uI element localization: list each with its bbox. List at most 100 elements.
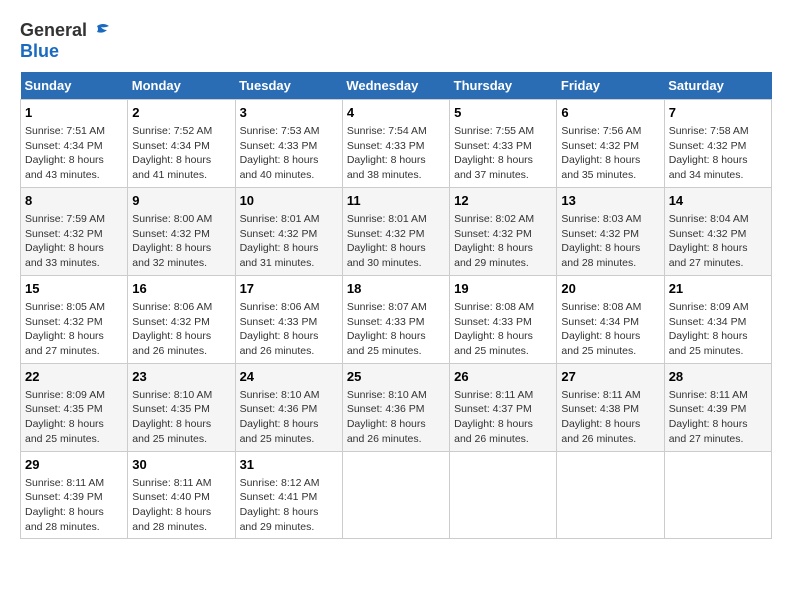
- cell-daylight: Daylight: 8 hours and 27 minutes.: [25, 329, 123, 358]
- cell-sunset: Sunset: 4:32 PM: [25, 227, 123, 242]
- day-number: 17: [240, 280, 338, 298]
- cell-sunrise: Sunrise: 7:55 AM: [454, 124, 552, 139]
- weekday-header: Friday: [557, 72, 664, 100]
- cell-sunrise: Sunrise: 7:52 AM: [132, 124, 230, 139]
- cell-sunset: Sunset: 4:32 PM: [669, 227, 767, 242]
- day-number: 18: [347, 280, 445, 298]
- calendar-cell: 14 Sunrise: 8:04 AM Sunset: 4:32 PM Dayl…: [664, 187, 771, 275]
- day-number: 31: [240, 456, 338, 474]
- cell-sunrise: Sunrise: 7:53 AM: [240, 124, 338, 139]
- cell-sunset: Sunset: 4:33 PM: [454, 315, 552, 330]
- day-number: 19: [454, 280, 552, 298]
- cell-daylight: Daylight: 8 hours and 29 minutes.: [454, 241, 552, 270]
- calendar-cell: 17 Sunrise: 8:06 AM Sunset: 4:33 PM Dayl…: [235, 275, 342, 363]
- calendar-cell: [342, 451, 449, 539]
- calendar-cell: 11 Sunrise: 8:01 AM Sunset: 4:32 PM Dayl…: [342, 187, 449, 275]
- calendar-cell: 15 Sunrise: 8:05 AM Sunset: 4:32 PM Dayl…: [21, 275, 128, 363]
- weekday-header-row: SundayMondayTuesdayWednesdayThursdayFrid…: [21, 72, 772, 100]
- cell-sunset: Sunset: 4:34 PM: [561, 315, 659, 330]
- cell-daylight: Daylight: 8 hours and 31 minutes.: [240, 241, 338, 270]
- cell-daylight: Daylight: 8 hours and 27 minutes.: [669, 241, 767, 270]
- calendar-cell: 3 Sunrise: 7:53 AM Sunset: 4:33 PM Dayli…: [235, 99, 342, 187]
- day-number: 4: [347, 104, 445, 122]
- cell-daylight: Daylight: 8 hours and 29 minutes.: [240, 505, 338, 534]
- calendar-week-row: 15 Sunrise: 8:05 AM Sunset: 4:32 PM Dayl…: [21, 275, 772, 363]
- cell-daylight: Daylight: 8 hours and 26 minutes.: [454, 417, 552, 446]
- cell-sunset: Sunset: 4:34 PM: [669, 315, 767, 330]
- calendar-cell: 24 Sunrise: 8:10 AM Sunset: 4:36 PM Dayl…: [235, 363, 342, 451]
- logo-bird-icon: [89, 20, 111, 42]
- cell-sunset: Sunset: 4:41 PM: [240, 490, 338, 505]
- day-number: 12: [454, 192, 552, 210]
- weekday-header: Monday: [128, 72, 235, 100]
- cell-sunrise: Sunrise: 8:03 AM: [561, 212, 659, 227]
- day-number: 23: [132, 368, 230, 386]
- logo-general: General: [20, 21, 87, 41]
- calendar-cell: [557, 451, 664, 539]
- cell-sunset: Sunset: 4:33 PM: [454, 139, 552, 154]
- cell-sunrise: Sunrise: 8:10 AM: [347, 388, 445, 403]
- calendar-cell: 19 Sunrise: 8:08 AM Sunset: 4:33 PM Dayl…: [450, 275, 557, 363]
- day-number: 25: [347, 368, 445, 386]
- calendar-cell: 7 Sunrise: 7:58 AM Sunset: 4:32 PM Dayli…: [664, 99, 771, 187]
- cell-sunrise: Sunrise: 8:11 AM: [669, 388, 767, 403]
- calendar-cell: 27 Sunrise: 8:11 AM Sunset: 4:38 PM Dayl…: [557, 363, 664, 451]
- cell-daylight: Daylight: 8 hours and 28 minutes.: [25, 505, 123, 534]
- calendar-cell: 30 Sunrise: 8:11 AM Sunset: 4:40 PM Dayl…: [128, 451, 235, 539]
- calendar-cell: 31 Sunrise: 8:12 AM Sunset: 4:41 PM Dayl…: [235, 451, 342, 539]
- calendar-cell: 26 Sunrise: 8:11 AM Sunset: 4:37 PM Dayl…: [450, 363, 557, 451]
- cell-sunrise: Sunrise: 8:11 AM: [454, 388, 552, 403]
- cell-daylight: Daylight: 8 hours and 37 minutes.: [454, 153, 552, 182]
- cell-sunrise: Sunrise: 8:07 AM: [347, 300, 445, 315]
- cell-sunset: Sunset: 4:36 PM: [347, 402, 445, 417]
- calendar-cell: 12 Sunrise: 8:02 AM Sunset: 4:32 PM Dayl…: [450, 187, 557, 275]
- day-number: 9: [132, 192, 230, 210]
- cell-sunrise: Sunrise: 8:09 AM: [669, 300, 767, 315]
- day-number: 22: [25, 368, 123, 386]
- cell-sunset: Sunset: 4:32 PM: [240, 227, 338, 242]
- cell-daylight: Daylight: 8 hours and 32 minutes.: [132, 241, 230, 270]
- cell-sunset: Sunset: 4:37 PM: [454, 402, 552, 417]
- calendar-cell: 1 Sunrise: 7:51 AM Sunset: 4:34 PM Dayli…: [21, 99, 128, 187]
- calendar-table: SundayMondayTuesdayWednesdayThursdayFrid…: [20, 72, 772, 540]
- cell-daylight: Daylight: 8 hours and 26 minutes.: [240, 329, 338, 358]
- cell-sunrise: Sunrise: 8:09 AM: [25, 388, 123, 403]
- cell-sunset: Sunset: 4:36 PM: [240, 402, 338, 417]
- cell-sunset: Sunset: 4:33 PM: [347, 139, 445, 154]
- day-number: 16: [132, 280, 230, 298]
- calendar-week-row: 1 Sunrise: 7:51 AM Sunset: 4:34 PM Dayli…: [21, 99, 772, 187]
- cell-sunrise: Sunrise: 8:10 AM: [132, 388, 230, 403]
- day-number: 1: [25, 104, 123, 122]
- cell-sunset: Sunset: 4:39 PM: [669, 402, 767, 417]
- day-number: 6: [561, 104, 659, 122]
- cell-sunset: Sunset: 4:35 PM: [25, 402, 123, 417]
- cell-sunrise: Sunrise: 8:11 AM: [25, 476, 123, 491]
- calendar-week-row: 29 Sunrise: 8:11 AM Sunset: 4:39 PM Dayl…: [21, 451, 772, 539]
- day-number: 28: [669, 368, 767, 386]
- cell-sunset: Sunset: 4:35 PM: [132, 402, 230, 417]
- cell-sunset: Sunset: 4:33 PM: [240, 315, 338, 330]
- calendar-week-row: 22 Sunrise: 8:09 AM Sunset: 4:35 PM Dayl…: [21, 363, 772, 451]
- cell-sunrise: Sunrise: 8:08 AM: [561, 300, 659, 315]
- cell-daylight: Daylight: 8 hours and 28 minutes.: [132, 505, 230, 534]
- cell-daylight: Daylight: 8 hours and 25 minutes.: [454, 329, 552, 358]
- cell-sunset: Sunset: 4:39 PM: [25, 490, 123, 505]
- cell-sunset: Sunset: 4:32 PM: [25, 315, 123, 330]
- cell-daylight: Daylight: 8 hours and 30 minutes.: [347, 241, 445, 270]
- day-number: 7: [669, 104, 767, 122]
- cell-sunrise: Sunrise: 8:05 AM: [25, 300, 123, 315]
- cell-sunset: Sunset: 4:32 PM: [669, 139, 767, 154]
- day-number: 13: [561, 192, 659, 210]
- cell-daylight: Daylight: 8 hours and 25 minutes.: [347, 329, 445, 358]
- cell-sunset: Sunset: 4:33 PM: [240, 139, 338, 154]
- calendar-cell: 20 Sunrise: 8:08 AM Sunset: 4:34 PM Dayl…: [557, 275, 664, 363]
- day-number: 10: [240, 192, 338, 210]
- day-number: 20: [561, 280, 659, 298]
- cell-daylight: Daylight: 8 hours and 34 minutes.: [669, 153, 767, 182]
- cell-daylight: Daylight: 8 hours and 43 minutes.: [25, 153, 123, 182]
- cell-sunset: Sunset: 4:32 PM: [561, 227, 659, 242]
- cell-daylight: Daylight: 8 hours and 25 minutes.: [561, 329, 659, 358]
- day-number: 3: [240, 104, 338, 122]
- weekday-header: Saturday: [664, 72, 771, 100]
- cell-sunrise: Sunrise: 8:06 AM: [240, 300, 338, 315]
